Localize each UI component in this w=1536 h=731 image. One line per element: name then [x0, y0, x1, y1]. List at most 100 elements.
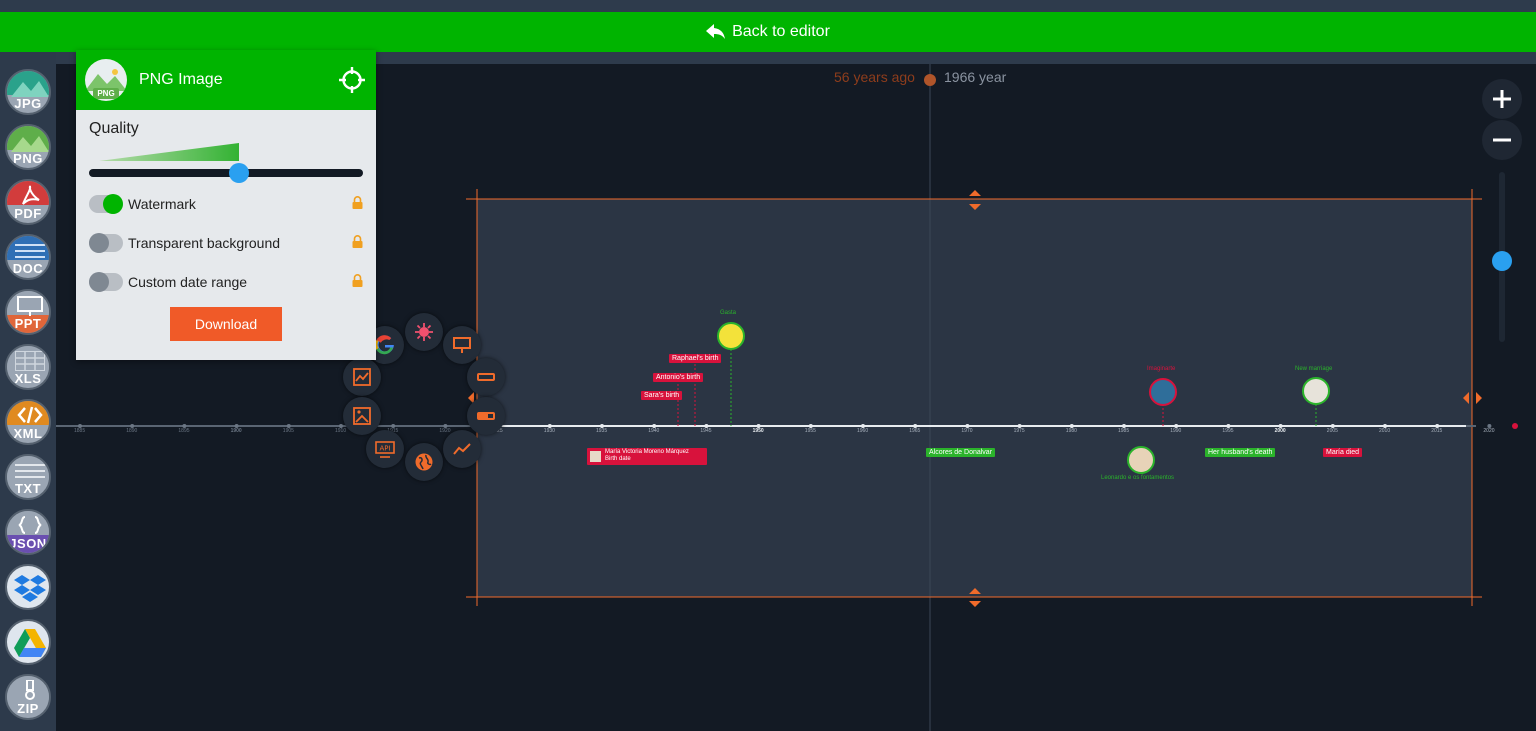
event-husband-death[interactable]: Her husband's death: [1205, 448, 1276, 457]
png-image-icon: PNG: [85, 59, 127, 101]
back-to-editor-button[interactable]: Back to editor: [0, 12, 1536, 52]
watermark-toggle[interactable]: [89, 193, 123, 214]
export-json-button[interactable]: JSON: [5, 509, 51, 555]
export-ppt-button[interactable]: PPT: [5, 289, 51, 335]
photo-leonardo[interactable]: [1127, 446, 1155, 474]
chart-export-button[interactable]: [343, 358, 381, 396]
lock-icon: [352, 274, 363, 287]
custom-date-range-label: Custom date range: [128, 273, 248, 290]
export-doc-button[interactable]: DOC: [5, 234, 51, 280]
export-jpg-button[interactable]: JPG: [5, 69, 51, 115]
export-pdf-button[interactable]: PDF: [5, 179, 51, 225]
panel-title: PNG Image: [139, 71, 223, 88]
axis-tick-label: 1945: [700, 428, 712, 434]
trend-export-button[interactable]: [443, 430, 481, 468]
axis-tick-label: 2020: [1483, 428, 1495, 434]
quality-track[interactable]: [89, 169, 363, 177]
txt-icon: [15, 464, 45, 478]
axis-tick-label: 1910: [335, 428, 347, 434]
axis-tick-label: 1950: [752, 428, 764, 434]
quality-label: Quality: [89, 120, 139, 137]
event-antonio-birth[interactable]: Antonio's birth: [653, 373, 704, 382]
photo-new-marriage[interactable]: [1302, 377, 1330, 405]
transparent-background-toggle[interactable]: [89, 232, 123, 253]
panel-header: PNG PNG Image: [76, 50, 376, 110]
transparent-background-option[interactable]: Transparent background: [89, 223, 363, 262]
year-label: 1966 year: [944, 69, 1007, 85]
export-dropbox-button[interactable]: [5, 564, 51, 610]
event-new-marriage-label: New marriage: [1295, 366, 1333, 372]
export-format-sidebar: JPG PNG PDF DOC PPT XLS XML TXT JSON ZIP: [0, 52, 56, 731]
axis-tick-label: 1990: [1170, 428, 1182, 434]
presentation-export-button[interactable]: [443, 326, 481, 364]
export-xls-button[interactable]: XLS: [5, 344, 51, 390]
watermark-label: Watermark: [128, 195, 196, 212]
doc-icon: [15, 244, 45, 258]
zip-icon: [25, 680, 35, 700]
quality-thumb[interactable]: [228, 163, 249, 183]
export-zip-button[interactable]: ZIP: [5, 674, 51, 720]
event-alcores[interactable]: Alcores de Donalvar: [926, 448, 996, 457]
axis-end-marker: [1512, 423, 1518, 429]
quality-wedge: [99, 143, 239, 161]
chart-image-icon: [353, 368, 371, 386]
zoom-in-button[interactable]: [1482, 79, 1522, 119]
now-marker: [924, 74, 936, 86]
export-xml-button[interactable]: XML: [5, 399, 51, 445]
axis-tick-label: 2000: [1274, 428, 1286, 434]
back-arrow-icon: [706, 24, 726, 39]
axis-tick-label: 1885: [74, 428, 86, 434]
progress-export-button[interactable]: [467, 397, 505, 435]
download-button[interactable]: Download: [170, 307, 282, 341]
event-maria-birth[interactable]: María Victoria Moreno Márquez Birth date: [587, 448, 707, 465]
export-txt-button[interactable]: TXT: [5, 454, 51, 500]
photo-imaginarte[interactable]: [1149, 378, 1177, 406]
transparent-background-label: Transparent background: [128, 234, 281, 251]
axis-tick-label: 1930: [543, 428, 555, 434]
custom-date-range-option[interactable]: Custom date range: [89, 262, 363, 301]
export-png-button[interactable]: PNG: [5, 124, 51, 170]
virus-export-button[interactable]: [405, 313, 443, 351]
bar-export-button[interactable]: [467, 358, 505, 396]
crosshair-icon[interactable]: [339, 67, 365, 93]
axis-tick-label: 1965: [909, 428, 921, 434]
watermark-option[interactable]: Watermark: [89, 184, 363, 223]
zoom-slider-thumb[interactable]: [1492, 251, 1512, 271]
maria-thumbnail: [590, 451, 601, 462]
google-icon: [375, 335, 394, 355]
custom-date-range-toggle[interactable]: [89, 271, 123, 292]
xml-icon: [17, 406, 43, 424]
png-badge: PNG: [93, 88, 119, 99]
event-sara-birth[interactable]: Sara's birth: [641, 391, 683, 400]
png-icon: [11, 136, 49, 152]
axis-tick-label: 1975: [1013, 428, 1025, 434]
pdf-icon: [22, 185, 40, 205]
image-export-button[interactable]: [343, 397, 381, 435]
axis-tick-label: 1900: [230, 428, 242, 434]
event-imaginarte-label: Imaginarte: [1147, 366, 1176, 372]
photo-gasta[interactable]: [717, 322, 745, 350]
top-strip: [0, 0, 1536, 12]
export-google-drive-button[interactable]: [5, 619, 51, 665]
event-maria-died[interactable]: María died: [1323, 448, 1363, 457]
virus-icon: [415, 323, 433, 341]
png-export-panel: PNG PNG Image Quality Watermark Transpar…: [76, 50, 376, 360]
lock-icon: [352, 235, 363, 248]
progress-icon: [477, 412, 495, 420]
maria-name: María Victoria Moreno Márquez: [605, 449, 689, 455]
svg-text:API: API: [379, 445, 390, 453]
api-export-button[interactable]: API: [366, 430, 404, 468]
axis-tick-label: 1955: [804, 428, 816, 434]
quality-slider[interactable]: [89, 138, 363, 184]
axis-tick-label: 2015: [1431, 428, 1443, 434]
maria-birth-date: Birth date: [605, 456, 631, 462]
dropbox-icon: [14, 575, 46, 602]
axis-tick-label: 1995: [1222, 428, 1234, 434]
web-export-button[interactable]: [405, 443, 443, 481]
xls-icon: [15, 351, 45, 371]
google-drive-icon: [14, 629, 46, 657]
axis-tick-label: 1985: [1118, 428, 1130, 434]
zoom-out-button[interactable]: [1482, 120, 1522, 160]
ppt-icon: [17, 296, 43, 316]
event-raphael-birth[interactable]: Raphael's birth: [669, 354, 722, 363]
